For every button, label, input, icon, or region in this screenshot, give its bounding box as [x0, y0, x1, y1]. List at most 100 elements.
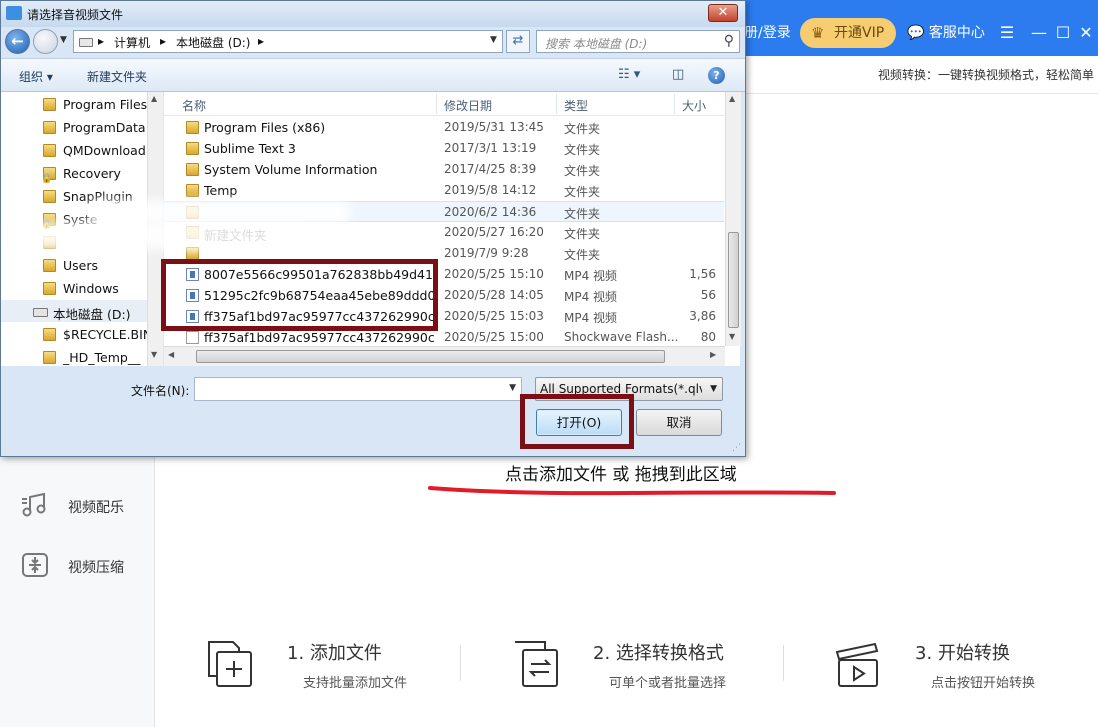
scroll-left-icon[interactable]: ◀: [168, 350, 174, 359]
scroll-right-icon[interactable]: ▶: [710, 350, 716, 359]
file-name: ff375af1bd97ac95977cc437262990c0...: [204, 330, 434, 345]
refresh-icon[interactable]: ⇄: [506, 30, 530, 53]
resize-grip-icon[interactable]: ⋰: [732, 443, 741, 453]
locked-folder-icon: [186, 163, 199, 176]
tree-item[interactable]: ProgramData: [1, 116, 149, 138]
file-row[interactable]: Program Files (x86) 2019/5/31 13:45 文件夹: [164, 117, 724, 138]
folder-icon: [186, 226, 199, 239]
organize-menu[interactable]: 组织 ▾: [19, 68, 53, 85]
file-type: Shockwave Flash...: [564, 330, 679, 344]
file-row[interactable]: 新建文件夹 2020/5/27 16:20 文件夹: [164, 222, 724, 243]
breadcrumb-drive-d[interactable]: 本地磁盘 (D:): [176, 34, 250, 51]
folder-icon: [186, 121, 199, 134]
scroll-down-icon[interactable]: ▼: [151, 350, 157, 359]
forward-arrow-icon[interactable]: [33, 29, 58, 54]
scroll-thumb[interactable]: [728, 232, 739, 328]
file-type-filter[interactable]: All Supported Formats(*.qlv; ▼: [535, 377, 723, 401]
dialog-title-bar[interactable]: 请选择音视频文件 ✕: [1, 1, 745, 27]
history-dropdown-icon[interactable]: ▼: [60, 35, 67, 45]
new-folder-button[interactable]: 新建文件夹: [87, 68, 147, 85]
lock-icon: 🔒: [41, 174, 53, 184]
step-title: 2. 选择转换格式: [593, 643, 724, 664]
vip-button[interactable]: ♛ 开通VIP: [800, 18, 896, 48]
drive-icon: [79, 38, 93, 47]
column-header-date[interactable]: 修改日期: [444, 97, 492, 114]
tree-item[interactable]: QMDownload: [1, 139, 149, 161]
cancel-button[interactable]: 取消: [636, 409, 722, 436]
column-header-size[interactable]: 大小: [682, 97, 706, 114]
column-divider[interactable]: [674, 94, 675, 114]
address-bar[interactable]: ▸ 计算机 ▸ 本地磁盘 (D:) ▸ ▼: [73, 30, 503, 53]
tree-item-drive-d[interactable]: 本地磁盘 (D:): [1, 300, 149, 322]
open-button[interactable]: 打开(O): [536, 409, 622, 436]
breadcrumb-computer[interactable]: 计算机: [114, 34, 150, 51]
back-arrow-icon[interactable]: ←: [5, 29, 30, 54]
file-type: MP4 视频: [564, 290, 618, 304]
tree-item[interactable]: Users: [1, 254, 149, 276]
file-row-video[interactable]: ff375af1bd97ac95977cc437262990c0... 2020/…: [164, 306, 724, 327]
close-icon[interactable]: ✕: [1075, 18, 1097, 48]
file-row[interactable]: Temp 2019/5/8 14:12 文件夹: [164, 180, 724, 201]
file-row-video[interactable]: 8007e5566c99501a762838bb49d410... 2020/5/…: [164, 264, 724, 285]
nav-item-video-compress[interactable]: 视频压缩: [20, 547, 150, 583]
drive-icon: [33, 308, 48, 317]
file-row[interactable]: ff375af1bd97ac95977cc437262990c0... 2020/…: [164, 327, 724, 348]
scroll-up-icon[interactable]: ▲: [151, 94, 157, 103]
tree-item[interactable]: 🔒 Recovery: [1, 162, 149, 184]
file-row-highlighted[interactable]: 2020/6/2 14:36 文件夹: [164, 201, 724, 222]
tree-item[interactable]: Program Files: [1, 93, 149, 115]
tree-item[interactable]: Windows: [1, 277, 149, 299]
nav-item-video-music[interactable]: 视频配乐: [20, 487, 150, 523]
file-name: Sublime Text 3: [204, 141, 296, 156]
feature-description: 视频转换：一键转换视频格式，轻松简单: [877, 68, 1094, 82]
nav-label: 视频配乐: [68, 500, 124, 516]
breadcrumb-separator[interactable]: ▸: [160, 34, 166, 48]
step-title: 3. 开始转换: [915, 643, 1010, 664]
service-center-link[interactable]: 💬 客服中心: [907, 0, 985, 56]
address-dropdown-icon[interactable]: ▼: [490, 35, 497, 45]
column-header-type[interactable]: 类型: [564, 97, 588, 114]
file-row-video[interactable]: 51295c2fc9b68754eaa45ebe89ddd04... 2020/5…: [164, 285, 724, 306]
maximize-icon[interactable]: ☐: [1052, 18, 1074, 48]
tree-item[interactable]: $RECYCLE.BIN: [1, 323, 153, 345]
file-name: 8007e5566c99501a762838bb49d410...: [204, 267, 434, 282]
filename-dropdown-icon[interactable]: ▼: [509, 383, 516, 393]
tree-item[interactable]: SnapPlugin: [1, 185, 149, 207]
folder-icon: [43, 121, 56, 134]
step-separator: [783, 645, 784, 681]
search-box[interactable]: 搜索 本地磁盘 (D:) ⚲: [536, 30, 740, 53]
filename-input[interactable]: ▼: [194, 377, 522, 401]
dialog-close-button[interactable]: ✕: [708, 4, 738, 22]
minimize-icon[interactable]: —: [1028, 18, 1050, 48]
file-date: 2020/5/25 15:00: [444, 330, 544, 344]
tree-label: $RECYCLE.BIN: [63, 327, 153, 342]
file-row[interactable]: System Volume Information 2017/4/25 8:39 文…: [164, 159, 724, 180]
file-list-horizontal-scrollbar[interactable]: ◀ ▶: [164, 346, 725, 366]
scroll-up-icon[interactable]: ▲: [729, 94, 735, 103]
tree-item[interactable]: 🔒 Syste: [1, 208, 149, 230]
tree-label: SnapPlugin: [63, 189, 133, 204]
breadcrumb-separator[interactable]: ▸: [98, 34, 104, 48]
breadcrumb-separator[interactable]: ▸: [258, 34, 264, 48]
file-row[interactable]: 2019/7/9 9:28 文件夹: [164, 243, 724, 264]
help-icon[interactable]: ?: [708, 67, 725, 84]
tree-scrollbar[interactable]: ▲ ▼: [147, 92, 163, 366]
column-header-name[interactable]: 名称: [182, 97, 206, 114]
tree-item[interactable]: [1, 231, 149, 253]
tree-item[interactable]: _HD_Temp__: [1, 346, 149, 366]
column-divider[interactable]: [556, 94, 557, 114]
column-divider[interactable]: [436, 94, 437, 114]
file-name: 51295c2fc9b68754eaa45ebe89ddd04...: [204, 288, 434, 303]
file-list-vertical-scrollbar[interactable]: ▲ ▼: [725, 92, 741, 346]
view-options-icon[interactable]: ☷ ▾: [618, 67, 640, 82]
preview-pane-icon[interactable]: ◫: [672, 67, 684, 82]
login-link[interactable]: 册/登录: [744, 0, 791, 56]
compress-icon: [22, 553, 48, 577]
scroll-thumb[interactable]: [196, 350, 665, 363]
scroll-down-icon[interactable]: ▼: [729, 332, 735, 341]
menu-icon[interactable]: ☰: [996, 18, 1018, 48]
search-icon[interactable]: ⚲: [724, 33, 734, 49]
tree-label: Users: [63, 258, 99, 273]
file-row[interactable]: Sublime Text 3 2017/3/1 13:19 文件夹: [164, 138, 724, 159]
filter-dropdown-icon[interactable]: ▼: [710, 384, 717, 394]
